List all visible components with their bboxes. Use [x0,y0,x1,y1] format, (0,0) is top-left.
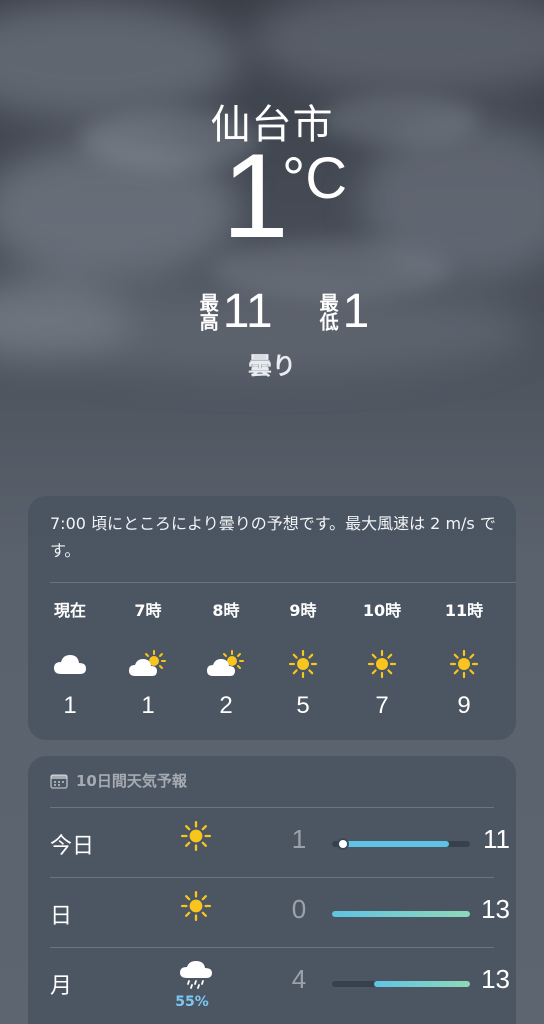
hour-temp: 5 [296,692,310,719]
temp-range-bar [332,840,470,848]
hour-item-now: 現在 1 [40,596,100,720]
hour-temp: 1 [141,692,155,719]
high-label: 最高 [175,293,219,331]
hour-item-10: 10時 7 [352,596,412,720]
hour-temp: 9 [457,692,471,719]
current-temperature: 1 °C [0,136,544,270]
hour-label: 9時 [289,601,317,620]
forecast-summary: 7:00 頃にところにより曇りの予想です。最大風速は 2 m/s です。 [50,514,496,560]
sun-icon [352,644,412,684]
hour-temp: 2 [219,692,233,719]
hour-item-9: 9時 5 [273,596,333,720]
low-temp: 1 [291,824,307,854]
low-value: 1 [342,285,370,338]
temperature-value: 1 [222,129,289,263]
hour-label: 現在 [53,601,86,620]
temperature-unit: °C [282,146,348,211]
hourly-list[interactable]: 現在 1 7時 1 8時 2 9時 5 10時 7 11時 9 [50,596,512,726]
temp-range-fill [342,841,449,847]
current-temp-dot [338,840,347,848]
low-label: 最低 [295,293,339,331]
day-label: 日 [50,904,73,929]
low-label-text: 最低 [316,293,339,331]
sun-icon [434,644,494,684]
condition-text: 曇り [248,352,296,380]
hour-label: 8時 [212,601,240,620]
high-temp: 13 [481,964,510,994]
temp-range-fill [332,911,470,917]
sun-icon [174,890,218,934]
forecast-row-sun[interactable]: 日 0 13 [50,878,516,948]
divider [50,582,516,583]
forecast-row-mon[interactable]: 月 55% 4 13 [50,948,516,1018]
forecast-row-today[interactable]: 今日 1 11 [50,808,516,878]
hour-item-11: 11時 9 [434,596,494,720]
cloud-icon [40,644,100,684]
hour-temp: 7 [375,692,389,719]
forecast-title: 10日間天気予報 [50,770,187,791]
partly-sunny-icon [196,644,256,684]
temp-range-bar [332,911,470,917]
hour-item-8: 8時 2 [196,596,256,720]
low-temp: 4 [291,964,307,994]
hour-label: 7時 [134,601,162,620]
hour-label: 11時 [444,601,484,620]
sun-icon [273,644,333,684]
calendar-icon [50,773,68,789]
precipitation-chance: 55% [175,994,209,1010]
hourly-forecast-card[interactable]: 7:00 頃にところにより曇りの予想です。最大風速は 2 m/s です。 現在 … [28,496,516,740]
hour-label: 10時 [362,601,402,620]
ten-day-forecast-card[interactable]: 10日間天気予報 今日 1 11 日 0 13 月 55% 4 13 [28,756,516,1024]
day-label: 今日 [50,834,95,859]
hour-temp: 1 [63,692,77,719]
high-temp: 13 [481,894,510,924]
high-label-text: 最高 [196,293,219,331]
forecast-title-text: 10日間天気予報 [76,772,187,790]
low-temp: 0 [291,894,307,924]
high-low: 最高 11 最低 1 [0,288,544,336]
day-label: 月 [50,974,73,999]
hour-item-7: 7時 1 [118,596,178,720]
temp-range-bar [332,981,470,987]
sun-icon [174,820,218,864]
high-value: 11 [222,285,273,338]
high-temp: 11 [483,824,510,854]
partly-sunny-icon [118,644,178,684]
